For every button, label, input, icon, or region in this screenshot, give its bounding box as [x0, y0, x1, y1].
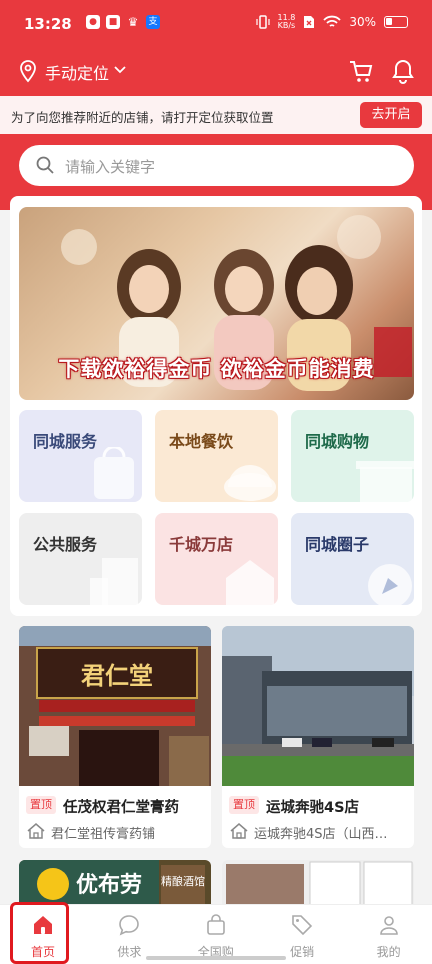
nav-label: 我的 — [376, 945, 401, 959]
status-bar: 13:28 ● ■ ♛ 支 11.8 KB/s 30% — [0, 0, 432, 50]
cart-icon[interactable] — [348, 58, 374, 84]
shop-icon — [230, 823, 248, 839]
location-label[interactable]: 手动定位 — [45, 60, 109, 84]
banner-indicator — [19, 389, 414, 400]
chevron-down-icon[interactable] — [112, 62, 128, 78]
store-card[interactable]: 置顶 运城奔驰4S店 运城奔驰4S店（山西… — [222, 626, 414, 848]
store-subtitle: 运城奔驰4S店（山西… — [254, 827, 388, 842]
store-card[interactable]: 君仁堂 置顶 任茂权君仁堂膏药 君仁堂祖传膏药铺 — [19, 626, 211, 848]
bag-icon — [206, 914, 225, 935]
enable-location-button[interactable]: 去开启 — [360, 102, 422, 128]
location-permission-banner: 为了向您推荐附近的店铺，请打开定位获取位置 去开启 — [0, 96, 432, 134]
store-photo — [222, 626, 414, 786]
category-tile[interactable]: 千城万店 — [155, 513, 278, 605]
building-icon — [90, 558, 138, 605]
location-row: 手动定位 — [0, 52, 432, 90]
category-tile[interactable]: 同城购物 — [291, 410, 414, 502]
gesture-bar[interactable] — [146, 956, 286, 960]
location-pin-icon[interactable] — [18, 59, 38, 83]
shop-icon — [356, 461, 414, 502]
notification-icon: ● — [86, 15, 100, 29]
vibrate-icon — [255, 15, 270, 29]
tag-icon — [292, 915, 313, 936]
pinned-tag: 置顶 — [229, 796, 259, 814]
dome-icon — [224, 465, 276, 501]
store-subtitle: 君仁堂祖传膏药铺 — [51, 827, 156, 842]
wifi-icon — [323, 15, 341, 27]
battery-icon — [384, 16, 408, 28]
chat-icon — [119, 915, 140, 936]
house-icon — [226, 560, 274, 605]
store-sign-text: 优布劳 — [76, 872, 142, 898]
category-tile[interactable]: 本地餐饮 — [155, 410, 278, 502]
store-title: 任茂权君仁堂膏药 — [63, 800, 179, 816]
category-tile[interactable]: 同城服务 — [19, 410, 142, 502]
battery-percent: 30% — [349, 15, 376, 29]
compass-icon — [368, 564, 412, 605]
category-tile[interactable]: 公共服务 — [19, 513, 142, 605]
alipay-icon: 支 — [146, 15, 160, 29]
network-speed-unit: KB/s — [277, 21, 296, 30]
status-right: 11.8 KB/s 30% — [255, 14, 408, 30]
store-title: 运城奔驰4S店 — [266, 800, 360, 816]
store-photo: 君仁堂 — [19, 626, 211, 786]
search-input[interactable]: 请输入关键字 — [19, 145, 414, 186]
store-photo — [222, 860, 414, 910]
nav-item[interactable]: 我的 — [346, 905, 432, 964]
notification-icon: ■ — [106, 15, 120, 29]
network-speed: 11.8 KB/s — [278, 14, 296, 30]
search-placeholder: 请输入关键字 — [65, 158, 156, 176]
status-time: 13:28 — [24, 15, 72, 33]
banner-text: 下载欲裕得金币 欲裕金币能消费 — [58, 357, 375, 381]
user-icon — [379, 916, 398, 935]
pinned-tag: 置顶 — [26, 796, 56, 814]
bag-icon — [94, 447, 134, 499]
crown-icon: ♛ — [127, 15, 139, 29]
status-notification-icons: ● ■ ♛ 支 — [86, 15, 160, 29]
sim-icon — [304, 16, 315, 28]
store-sign-side-text: 精酿酒馆 — [161, 874, 205, 888]
shop-icon — [27, 823, 45, 839]
location-permission-text: 为了向您推荐附近的店铺，请打开定位获取位置 — [11, 110, 274, 125]
store-sign-text: 君仁堂 — [81, 661, 153, 690]
store-card-partial[interactable] — [222, 860, 414, 910]
search-icon — [36, 156, 54, 174]
promo-banner[interactable]: 下载欲裕得金币 欲裕金币能消费 — [19, 207, 414, 400]
bell-icon[interactable] — [391, 58, 415, 84]
category-tile[interactable]: 同城圈子 — [291, 513, 414, 605]
active-tab-highlight — [10, 902, 69, 964]
